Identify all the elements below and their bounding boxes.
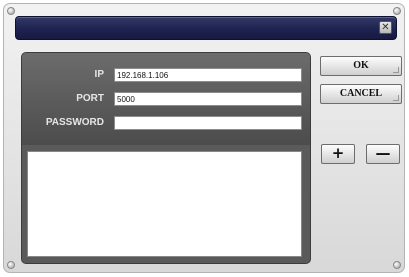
ok-button-label: OK	[353, 60, 369, 71]
ip-label: IP	[94, 69, 104, 80]
remove-button[interactable]: —	[366, 144, 400, 164]
port-label: PORT	[76, 93, 104, 104]
corner-screw-icon	[7, 7, 15, 15]
ip-field[interactable]	[114, 68, 302, 82]
add-button[interactable]: +	[321, 144, 355, 164]
title-bar[interactable]: ✕	[15, 16, 397, 40]
corner-screw-icon	[7, 261, 15, 269]
ok-button[interactable]: OK	[320, 56, 402, 76]
cancel-button[interactable]: CANCEL	[320, 84, 402, 104]
password-label: PASSWORD	[45, 117, 104, 128]
corner-screw-icon	[393, 261, 401, 269]
grip-icon	[393, 95, 399, 101]
corner-screw-icon	[393, 7, 401, 15]
close-icon[interactable]: ✕	[379, 21, 392, 34]
connection-form: IP PORT PASSWORD	[22, 53, 310, 145]
minus-icon: —	[375, 144, 391, 162]
plus-icon: +	[331, 144, 345, 162]
server-list[interactable]	[27, 151, 302, 257]
cancel-button-label: CANCEL	[339, 88, 383, 99]
connection-panel: IP PORT PASSWORD	[21, 52, 311, 264]
grip-icon	[393, 67, 399, 73]
port-field[interactable]	[114, 92, 302, 106]
password-field[interactable]	[114, 116, 302, 130]
